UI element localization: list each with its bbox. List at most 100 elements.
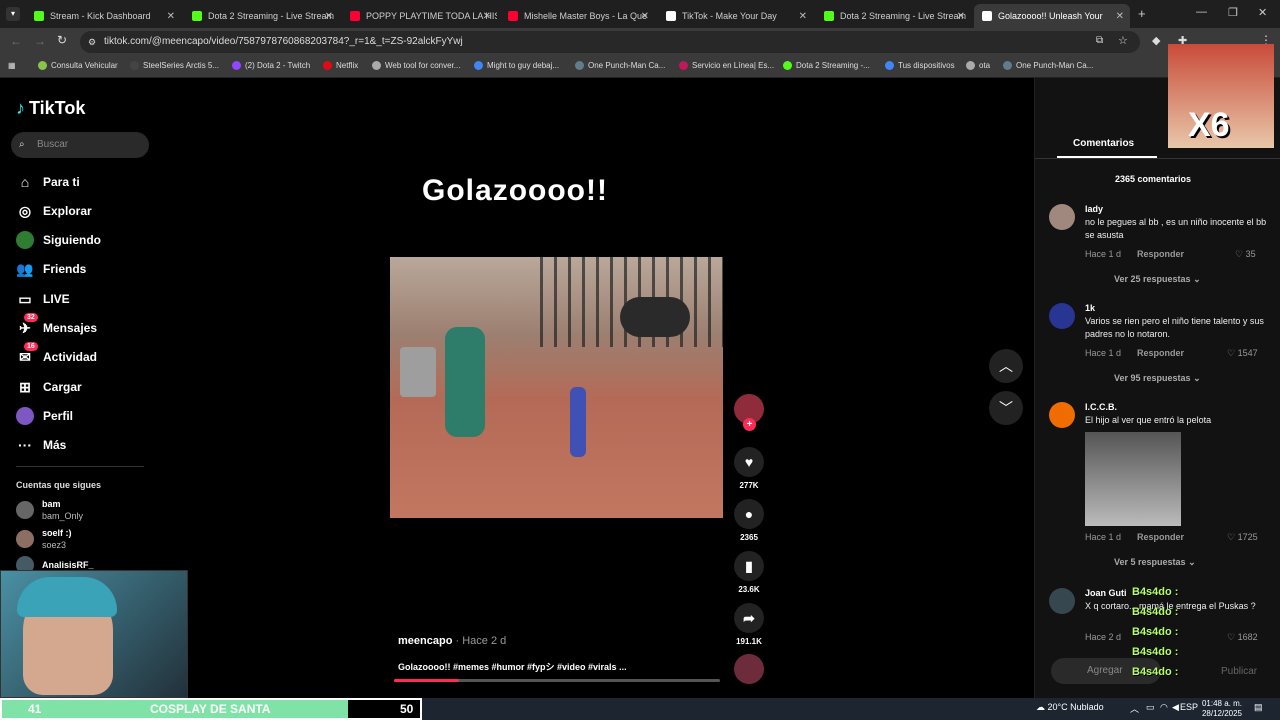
comment-icon: ●: [734, 499, 764, 529]
speaker-icon[interactable]: ◀: [1172, 702, 1179, 713]
bookmark-ota[interactable]: ota: [966, 61, 990, 70]
kick-icon: [824, 11, 834, 21]
author-avatar-button[interactable]: +: [734, 394, 764, 431]
extension-icon[interactable]: ◆: [1152, 34, 1160, 47]
close-icon[interactable]: ✕: [1116, 11, 1124, 22]
window-close-button[interactable]: ✕: [1258, 6, 1267, 19]
search-input[interactable]: ⌕ Buscar: [11, 132, 149, 158]
new-tab-button[interactable]: +: [1138, 6, 1146, 21]
music-disc-button[interactable]: [734, 654, 764, 688]
url-field[interactable]: ⚙ tiktok.com/@meencapo/video/75879787608…: [80, 31, 1140, 53]
comment-author[interactable]: lady: [1085, 204, 1103, 214]
close-icon[interactable]: ✕: [799, 11, 807, 22]
bookmark-might[interactable]: Might to guy debaj...: [474, 61, 559, 70]
next-video-button[interactable]: ﹀: [989, 391, 1023, 425]
view-replies[interactable]: Ver 95 respuestas ⌄: [1114, 373, 1201, 384]
reply-button[interactable]: Responder: [1137, 348, 1184, 358]
comment-author[interactable]: I.C.C.B.: [1085, 402, 1117, 412]
back-icon[interactable]: ←: [10, 34, 22, 48]
bookmark-onepunch-1[interactable]: One Punch-Man Ca...: [575, 61, 665, 70]
like-comment[interactable]: ♡ 1547: [1227, 348, 1258, 359]
video-author[interactable]: meencapo · Hace 2 d: [398, 635, 506, 647]
share-button[interactable]: ➦ 191.1K: [734, 603, 764, 646]
avatar[interactable]: [1049, 402, 1075, 428]
tiktok-logo[interactable]: ♪ TikTok: [16, 98, 85, 119]
nav-cargar[interactable]: ⊞ Cargar: [16, 378, 82, 396]
like-comment[interactable]: ♡ 1725: [1227, 532, 1258, 543]
tab-comentarios[interactable]: Comentarios: [1073, 138, 1134, 149]
video-progress-track[interactable]: [394, 679, 720, 682]
bookmark-star-icon[interactable]: ☆: [1118, 34, 1128, 47]
video-player[interactable]: [390, 257, 723, 518]
save-button[interactable]: ▮ 23.6K: [734, 551, 764, 594]
comment-author[interactable]: 1k: [1085, 303, 1095, 313]
site-info-icon[interactable]: ⚙: [88, 31, 96, 53]
avatar[interactable]: [1049, 303, 1075, 329]
publish-button[interactable]: Publicar: [1221, 666, 1257, 677]
close-icon[interactable]: ✕: [641, 11, 649, 22]
install-icon[interactable]: ⧉: [1096, 35, 1103, 46]
bookmark-webtool[interactable]: Web tool for conver...: [372, 61, 460, 70]
nav-siguiendo[interactable]: Siguiendo: [16, 231, 101, 249]
previous-video-button[interactable]: ︿: [989, 349, 1023, 383]
bookmark-twitch[interactable]: (2) Dota 2 - Twitch: [232, 61, 310, 70]
like-button[interactable]: ♥ 277K: [734, 447, 764, 490]
language-indicator[interactable]: ESP: [1180, 702, 1198, 712]
bookmark-dota[interactable]: Dota 2 Streaming -...: [783, 61, 870, 70]
close-icon[interactable]: ✕: [325, 11, 333, 22]
view-replies[interactable]: Ver 25 respuestas ⌄: [1114, 274, 1201, 285]
chat-line: B4s4do :: [1132, 666, 1179, 678]
reply-button[interactable]: Responder: [1137, 532, 1184, 542]
comment-button[interactable]: ● 2365: [734, 499, 764, 542]
view-replies[interactable]: Ver 5 respuestas ⌄: [1114, 557, 1196, 568]
bookmark-steelseries[interactable]: SteelSeries Arctis 5...: [130, 61, 219, 70]
tab-title: Stream - Kick Dashboard: [50, 11, 151, 21]
weather-widget[interactable]: ☁ 20°C Nublado: [1036, 702, 1104, 713]
maximize-button[interactable]: ❐: [1228, 6, 1238, 19]
following-item[interactable]: soelf :) soez3: [16, 527, 72, 551]
tab-kick-dashboard[interactable]: Stream - Kick Dashboard ✕: [26, 4, 181, 28]
reload-icon[interactable]: ↻: [57, 33, 67, 47]
bookmark-netflix[interactable]: Netflix: [323, 61, 358, 70]
nav-perfil[interactable]: Perfil: [16, 407, 73, 425]
bookmark-dispositivos[interactable]: Tus dispositivos: [885, 61, 955, 70]
comment-image[interactable]: [1085, 432, 1181, 526]
minimize-button[interactable]: —: [1196, 6, 1207, 18]
bookmark-servicio[interactable]: Servicio en Línea| Es...: [679, 61, 774, 70]
tab-poppy-playtime[interactable]: POPPY PLAYTIME TODA LA HIS ✕: [342, 4, 497, 28]
wifi-icon[interactable]: ◠: [1160, 702, 1168, 713]
clock[interactable]: 01:48 a. m. 28/12/2025: [1200, 699, 1242, 719]
close-icon[interactable]: ✕: [483, 11, 491, 22]
tray-chevron-icon[interactable]: ︿: [1130, 702, 1139, 715]
avatar[interactable]: [1049, 588, 1075, 614]
nav-mas[interactable]: ··· Más: [16, 436, 66, 454]
tab-tiktok[interactable]: TikTok - Make Your Day ✕: [658, 4, 813, 28]
comment-author[interactable]: Joan Guti: [1085, 588, 1127, 598]
following-item[interactable]: bam bam_Only: [16, 498, 83, 522]
follow-plus-icon[interactable]: +: [743, 418, 756, 431]
apps-icon[interactable]: ▦: [8, 61, 16, 70]
bookmark-consulta[interactable]: Consulta Vehicular: [38, 61, 118, 70]
tab-golazo-active[interactable]: Golazoooo!! Unleash Your ✕: [974, 4, 1130, 28]
comment-text: no le pegues al bb , es un niño inocente…: [1085, 217, 1267, 240]
forward-icon[interactable]: →: [34, 34, 46, 48]
network-icon[interactable]: ▭: [1146, 702, 1155, 713]
nav-mensajes[interactable]: ✈ 32 Mensajes: [16, 313, 97, 337]
tab-mishelle[interactable]: Mishelle Master Boys - La Que ✕: [500, 4, 655, 28]
like-comment[interactable]: ♡ 35: [1235, 249, 1256, 260]
bookmark-onepunch-2[interactable]: One Punch-Man Ca...: [1003, 61, 1093, 70]
nav-live[interactable]: ▭ LIVE: [16, 290, 69, 308]
close-icon[interactable]: ✕: [167, 11, 175, 22]
save-count: 23.6K: [738, 585, 760, 594]
like-comment[interactable]: ♡ 1682: [1227, 632, 1258, 643]
tab-search-button[interactable]: ▾: [6, 7, 20, 21]
avatar[interactable]: [1049, 204, 1075, 230]
tab-dota-stream-2[interactable]: Dota 2 Streaming - Live Stream ✕: [816, 4, 971, 28]
tab-dota-stream-1[interactable]: Dota 2 Streaming - Live Stream ✕: [184, 4, 339, 28]
notification-icon[interactable]: ▤: [1254, 702, 1263, 713]
nav-actividad[interactable]: ✉ 16 Actividad: [16, 342, 97, 366]
close-icon[interactable]: ✕: [957, 11, 965, 22]
browser-tab-bar: ▾ Stream - Kick Dashboard ✕ Dota 2 Stream…: [0, 0, 1280, 28]
nav-friends[interactable]: 👥 Friends: [16, 260, 86, 278]
reply-button[interactable]: Responder: [1137, 249, 1184, 259]
